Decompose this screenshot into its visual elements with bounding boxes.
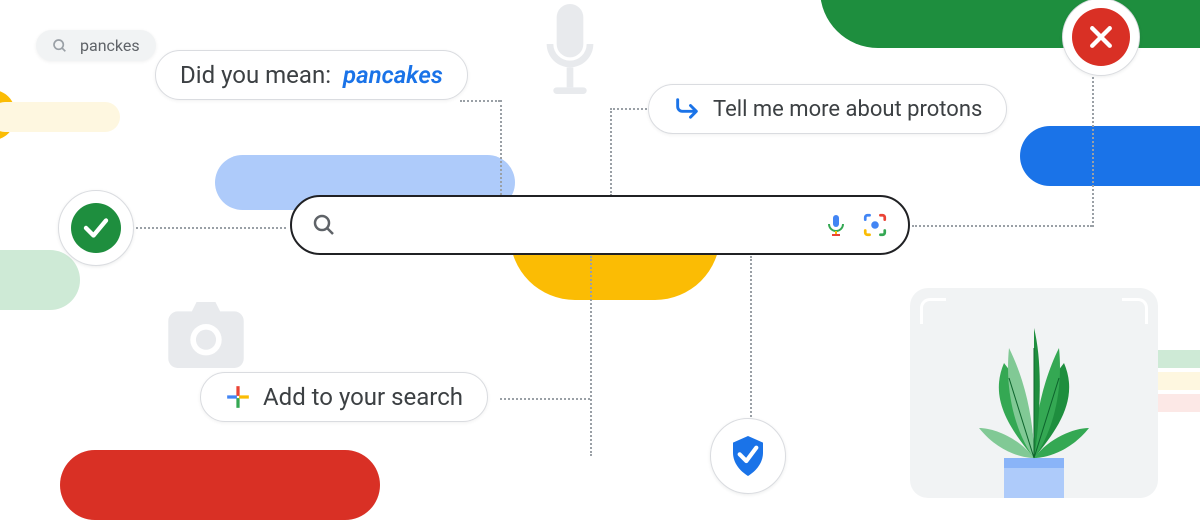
plant-illustration (949, 308, 1119, 498)
connector (750, 256, 752, 421)
bg-blob-lightgreen (0, 250, 80, 310)
followup-arrow-icon (673, 95, 701, 123)
shield-icon (728, 434, 768, 478)
typo-chip[interactable]: panckes (36, 30, 156, 61)
bg-blob-yellow-b (0, 102, 120, 132)
followup-text: Tell me more about protons (713, 97, 982, 122)
search-bar[interactable] (290, 195, 910, 255)
multisearch-chip[interactable]: Add to your search (200, 372, 488, 422)
camera-icon (168, 302, 244, 368)
connector (500, 398, 590, 400)
multisearch-text: Add to your search (263, 383, 463, 411)
connector (1092, 72, 1094, 227)
check-badge (58, 190, 134, 266)
did-you-mean-prefix: Did you mean: (180, 61, 331, 89)
connector (460, 100, 500, 102)
connector (136, 227, 286, 229)
error-badge (1062, 0, 1140, 76)
connector (500, 100, 502, 195)
connector (610, 108, 612, 196)
typo-text: panckes (80, 36, 140, 55)
connector (610, 108, 650, 110)
followup-chip[interactable]: Tell me more about protons (648, 84, 1007, 134)
lens-capture-card (910, 288, 1158, 498)
checkmark-icon (81, 213, 111, 243)
connector (590, 256, 592, 456)
voice-search-icon[interactable] (824, 213, 848, 237)
shield-badge (710, 418, 786, 494)
did-you-mean-suggestion: pancakes (343, 61, 443, 89)
connector (912, 225, 1092, 227)
search-icon (52, 38, 68, 54)
bg-blob-red (60, 450, 380, 520)
close-icon (1086, 22, 1116, 52)
viewfinder-corner (1122, 298, 1148, 324)
bg-blob-blue (1020, 126, 1200, 186)
bg-blob-green (820, 0, 1200, 48)
microphone-icon (530, 4, 610, 104)
search-icon (312, 213, 336, 237)
did-you-mean-chip[interactable]: Did you mean: pancakes (155, 50, 468, 100)
lens-icon[interactable] (862, 212, 888, 238)
viewfinder-corner (920, 298, 946, 324)
plus-icon (225, 384, 251, 410)
